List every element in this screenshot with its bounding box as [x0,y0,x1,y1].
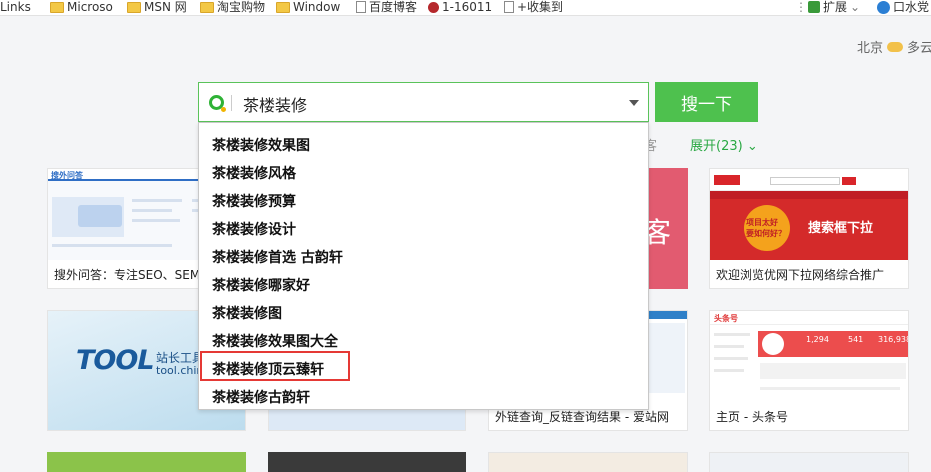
dropdown-caret-icon[interactable] [629,100,639,106]
folder-icon [200,1,214,13]
suggestion-item[interactable]: 茶楼装修风格 [212,163,296,183]
search-input[interactable]: 茶楼装修 [198,82,649,122]
weather-condition: 多云 [907,41,931,56]
page-icon [356,1,366,13]
search-query: 茶楼装修 [243,96,308,115]
tile-youwang[interactable]: 项目太好 要如何好？ 搜索框下拉 欢迎浏览优网下拉网络综合推广 [709,168,909,289]
bookmarks-bar: Links Microso MSN 网 淘宝购物 Window 百度博客 1-1… [0,0,931,16]
tile-toutiao[interactable]: 头条号 1,294 541 316,938 主页 - 头条号 [709,310,909,431]
puzzle-icon [808,1,820,13]
tile-row3-4[interactable] [709,452,909,472]
tile-row3-1[interactable] [47,452,246,472]
tile-row3-3[interactable] [488,452,688,472]
bookmark-taobao[interactable]: 淘宝购物 [200,0,265,14]
suggestion-item[interactable]: 茶楼装修首选 古韵轩 [212,247,343,267]
suggestion-item[interactable]: 茶楼装修预算 [212,191,296,211]
extensions-button[interactable]: 扩展 ⌄ [808,0,860,14]
folder-icon [276,1,290,13]
suggestion-item[interactable]: 茶楼装修图 [212,303,282,323]
site-icon [428,1,439,13]
bookmark-collect[interactable]: +收集到 [504,0,563,14]
bookmark-baidu-blog[interactable]: 百度博客 [356,0,417,14]
chevron-down-icon: ⌄ [850,0,861,14]
tile-thumbnail: 项目太好 要如何好？ 搜索框下拉 [710,169,908,262]
tile-caption: 欢迎浏览优网下拉网络综合推广 [710,260,908,288]
search-button[interactable]: 搜一下 [655,82,758,122]
tile-thumbnail: 头条号 1,294 541 316,938 [710,311,908,404]
bookmark-windows[interactable]: Window [276,0,340,14]
highlight-annotation-box [200,351,350,381]
folder-icon [50,1,64,13]
tile-caption: 主页 - 头条号 [710,402,908,430]
suggestion-item[interactable]: 茶楼装修哪家好 [212,275,310,295]
search-divider [231,95,232,111]
search-engine-logo-icon [209,95,226,112]
suggestion-item[interactable]: 茶楼装修设计 [212,219,296,239]
weather-widget[interactable]: 北京 多云 [857,37,931,56]
globe-icon [877,0,890,14]
tile-row3-2[interactable] [268,452,466,472]
suggestion-item[interactable]: 茶楼装修古韵轩 [212,387,310,407]
profile-button[interactable]: 口水党 [877,0,929,14]
bookmark-1-16011[interactable]: 1-16011 [428,0,492,14]
expand-link[interactable]: 展开(23) ⌄ [690,135,758,154]
tool-logo: TOOL [76,345,155,376]
menu-dots-icon[interactable]: ⋮ [795,0,807,14]
weather-city: 北京 [857,41,884,56]
suggestion-item[interactable]: 茶楼装修效果图大全 [212,331,338,351]
cloud-icon [887,41,904,52]
bookmark-msn[interactable]: MSN 网 [127,0,187,14]
page-icon [504,1,514,13]
suggestion-item[interactable]: 茶楼装修效果图 [212,135,310,155]
bookmark-links[interactable]: Links [0,0,31,14]
bookmark-microsoft[interactable]: Microso [50,0,113,14]
folder-icon [127,1,141,13]
